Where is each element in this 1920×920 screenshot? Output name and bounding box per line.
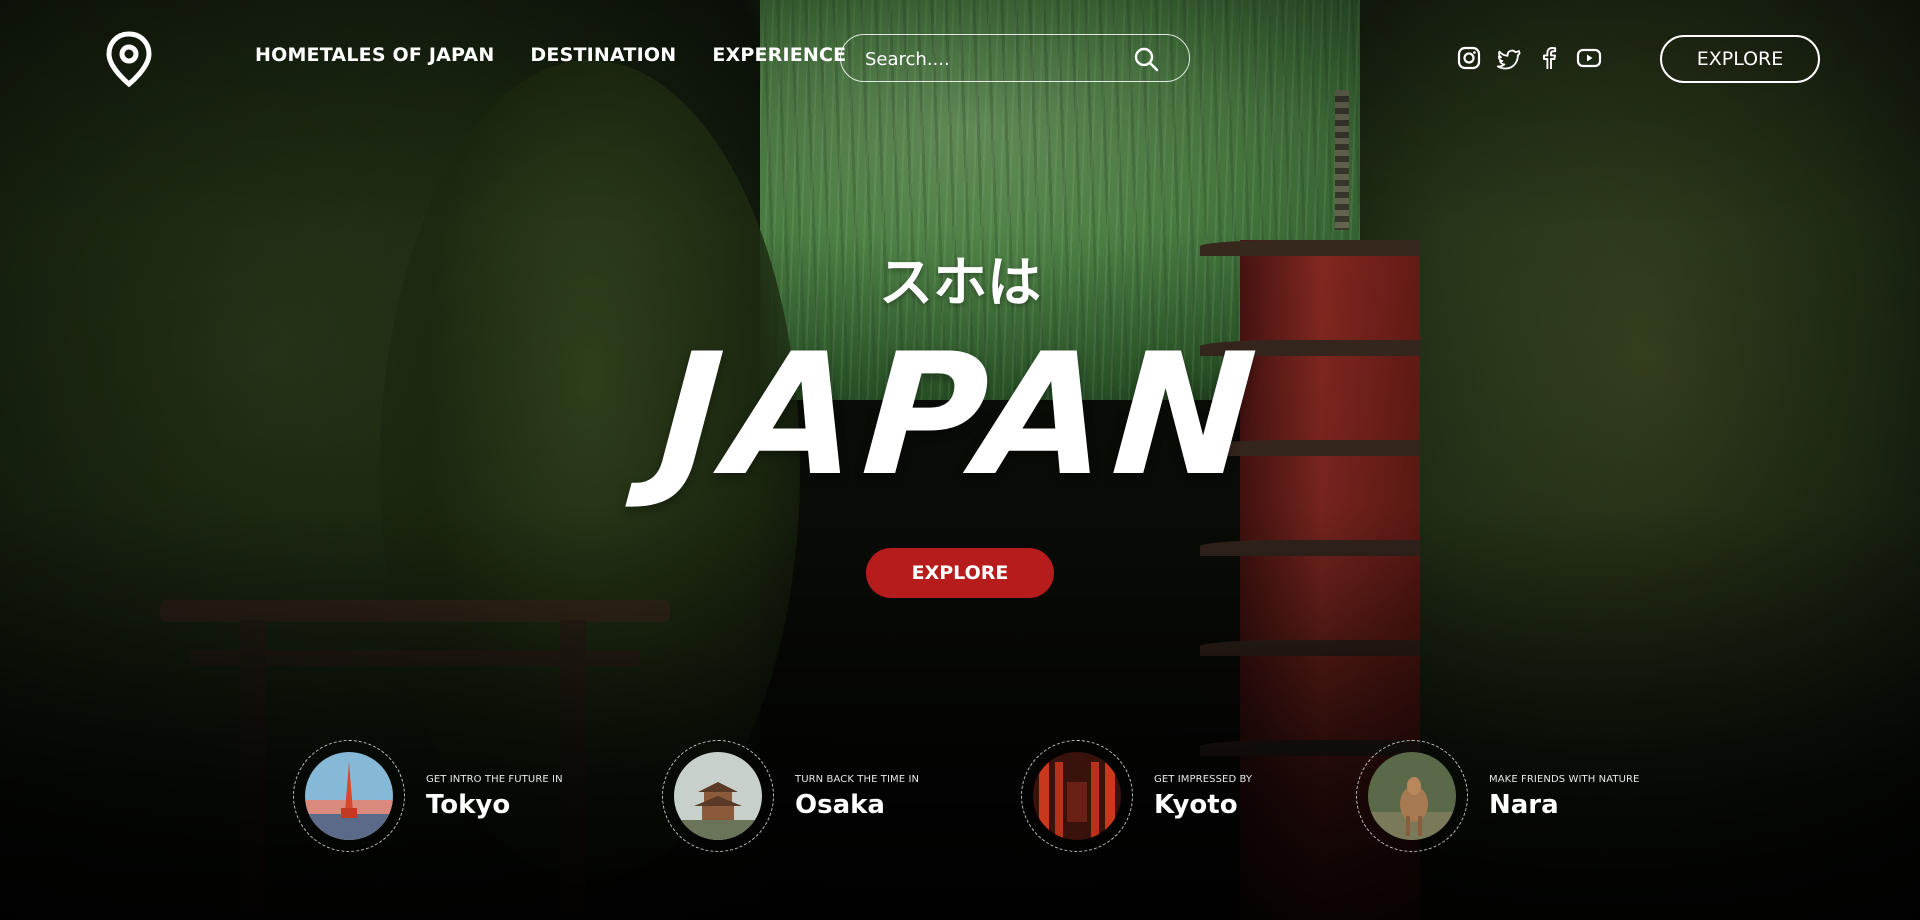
- destination-subtitle: MAKE FRIENDS WITH NATURE: [1489, 774, 1640, 785]
- tokyo-thumbnail: [305, 752, 393, 840]
- destination-subtitle: GET IMPRESSED BY: [1154, 774, 1253, 785]
- destination-city: Osaka: [795, 790, 885, 820]
- facebook-icon[interactable]: [1536, 45, 1562, 71]
- hero-kana: スホは: [879, 251, 1041, 314]
- location-pin-logo-icon[interactable]: [104, 30, 154, 88]
- search-input[interactable]: [863, 43, 1127, 75]
- nav-destination[interactable]: DESTINATION: [530, 44, 676, 66]
- nav-hometales[interactable]: HOMETALES OF JAPAN: [255, 44, 494, 66]
- search-box: [840, 34, 1190, 82]
- header-explore-button[interactable]: EXPLORE: [1660, 35, 1820, 83]
- nav-experience[interactable]: EXPERIENCE: [712, 44, 846, 66]
- destination-city: Tokyo: [426, 790, 511, 820]
- destination-osaka[interactable]: TURN BACK THE TIME IN Osaka: [662, 740, 962, 860]
- destination-city: Kyoto: [1154, 790, 1238, 820]
- twitter-icon[interactable]: [1496, 45, 1522, 71]
- kyoto-thumbnail: [1033, 752, 1121, 840]
- site-header: HOMETALES OF JAPAN DESTINATION EXPERIENC…: [0, 0, 1920, 120]
- hero-title: JAPAN: [652, 317, 1268, 513]
- destination-city: Nara: [1489, 790, 1559, 820]
- social-links: [1456, 45, 1602, 71]
- instagram-icon[interactable]: [1456, 45, 1482, 71]
- hero-explore-button[interactable]: EXPLORE: [866, 548, 1054, 598]
- destination-nara[interactable]: MAKE FRIENDS WITH NATURE Nara: [1356, 740, 1656, 860]
- destination-tokyo[interactable]: GET INTRO THE FUTURE IN Tokyo: [293, 740, 593, 860]
- destination-subtitle: GET INTRO THE FUTURE IN: [426, 774, 563, 785]
- destination-subtitle: TURN BACK THE TIME IN: [795, 774, 920, 785]
- nara-thumbnail: [1368, 752, 1456, 840]
- main-nav: HOMETALES OF JAPAN DESTINATION EXPERIENC…: [255, 44, 846, 66]
- search-icon[interactable]: [1133, 46, 1159, 72]
- destination-kyoto[interactable]: GET IMPRESSED BY Kyoto: [1021, 740, 1321, 860]
- osaka-thumbnail: [674, 752, 762, 840]
- youtube-icon[interactable]: [1576, 45, 1602, 71]
